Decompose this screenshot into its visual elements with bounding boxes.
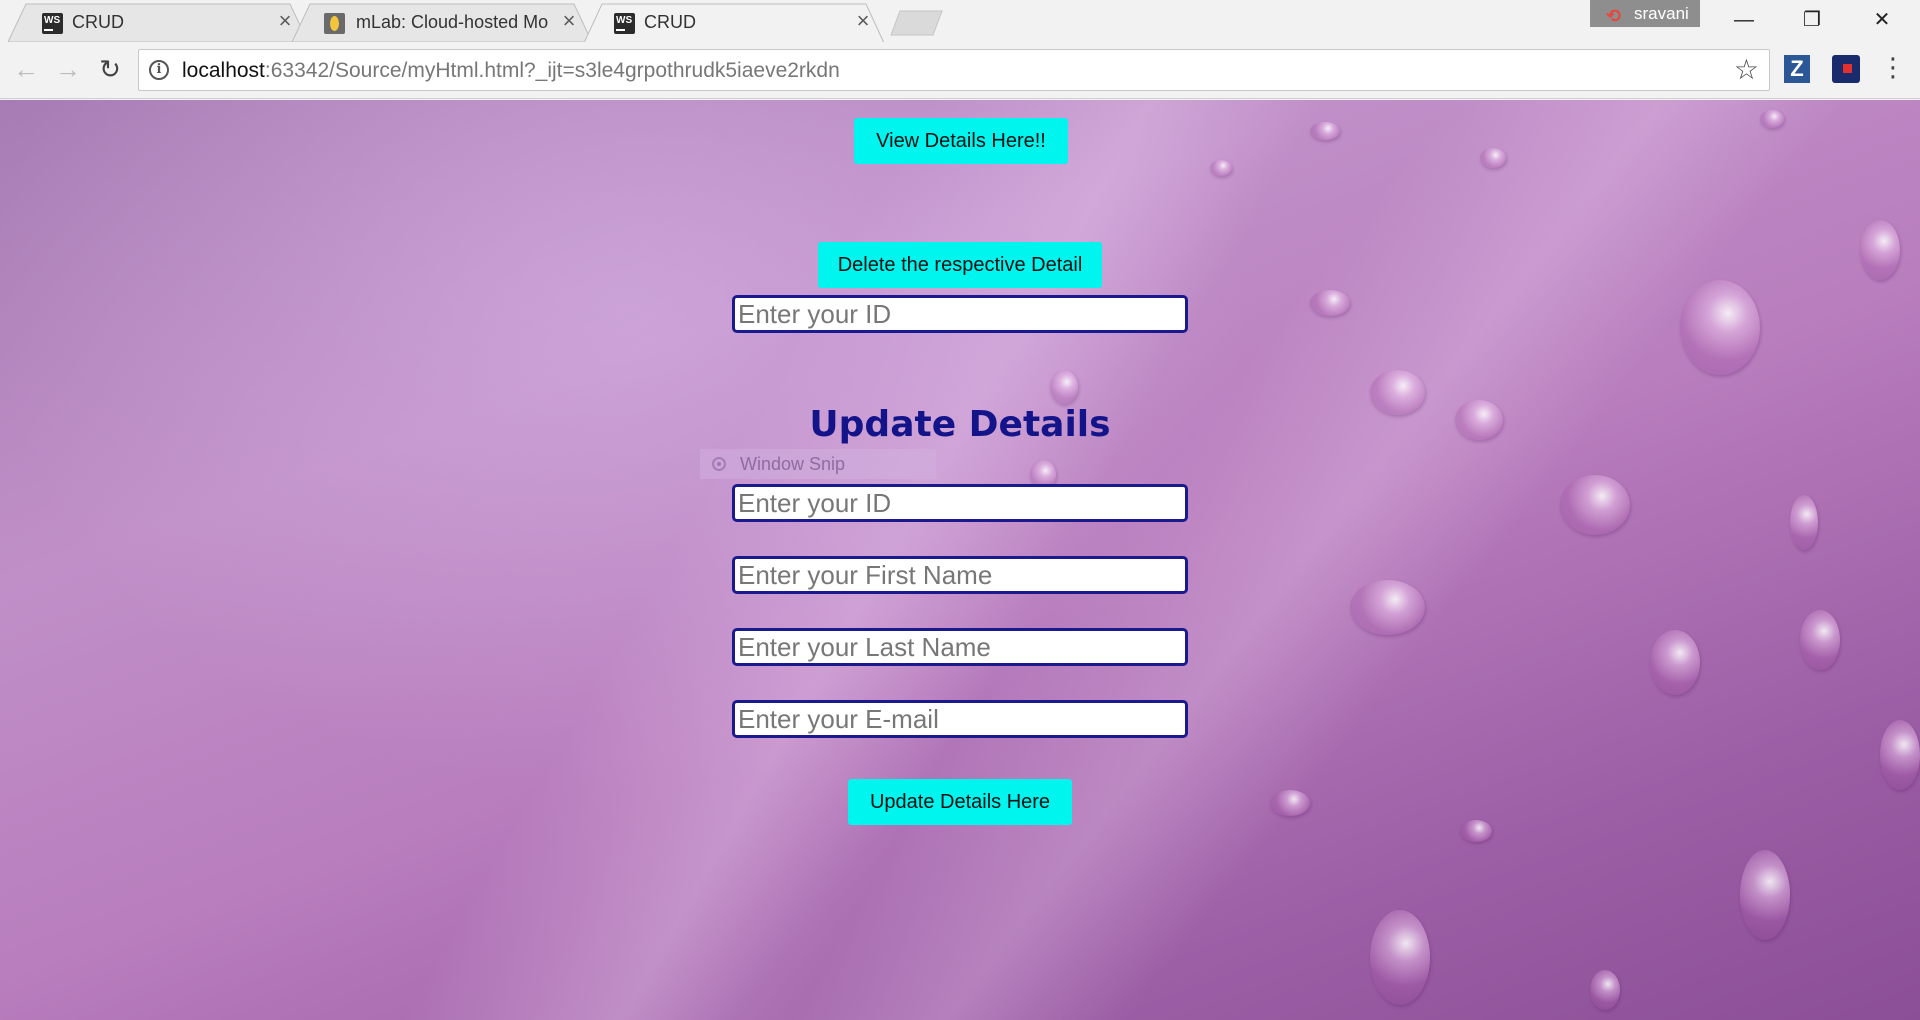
profile-name: sravani: [1634, 4, 1689, 23]
update-id-input[interactable]: [732, 484, 1188, 522]
profile-icon: ⟲: [1606, 6, 1622, 26]
tab-crud-1[interactable]: WS CRUD ×: [8, 3, 308, 43]
reload-icon[interactable]: ↻: [92, 52, 128, 88]
address-bar[interactable]: i localhost:63342/Source/myHtml.html?_ij…: [138, 49, 1770, 91]
update-details-heading: Update Details: [809, 404, 1111, 445]
new-tab-button[interactable]: [890, 10, 944, 36]
last-name-input[interactable]: [732, 628, 1188, 666]
webstorm-icon: WS: [614, 13, 635, 34]
menu-dots-icon[interactable]: ⋮: [1880, 52, 1906, 88]
close-window-icon[interactable]: ✕: [1848, 0, 1916, 42]
tab-mlab[interactable]: mLab: Cloud-hosted MongoDB ×: [292, 3, 592, 43]
mlab-icon: [324, 13, 345, 34]
url-rest: :63342/Source/myHtml.html?_ijt=s3le4grpo…: [264, 59, 840, 82]
bookmark-star-icon[interactable]: ☆: [1734, 54, 1759, 86]
update-details-button[interactable]: Update Details Here: [848, 779, 1072, 825]
forward-arrow-icon[interactable]: →: [50, 52, 86, 88]
email-input[interactable]: [732, 700, 1188, 738]
tab-title: mLab: Cloud-hosted MongoDB: [356, 12, 548, 32]
minimize-icon[interactable]: —: [1710, 0, 1778, 42]
radio-icon: [712, 457, 726, 471]
first-name-input[interactable]: [732, 556, 1188, 594]
close-tab-icon[interactable]: ×: [558, 10, 580, 32]
webstorm-icon: WS: [42, 13, 63, 34]
url-text[interactable]: localhost:63342/Source/myHtml.html?_ijt=…: [182, 59, 840, 83]
delete-detail-button[interactable]: Delete the respective Detail: [818, 242, 1102, 288]
title-bar: WS CRUD × mLab: Cloud-hosted MongoDB × W…: [0, 0, 1920, 43]
browser-toolbar: ← → ↻ i localhost:63342/Source/myHtml.ht…: [0, 42, 1920, 99]
tab-title: CRUD: [72, 12, 124, 32]
url-host: localhost: [182, 59, 265, 82]
tab-crud-active[interactable]: WS CRUD ×: [584, 3, 884, 43]
extension-icon[interactable]: [1832, 55, 1860, 83]
back-arrow-icon[interactable]: ←: [8, 52, 44, 88]
profile-badge[interactable]: ⟲ sravani: [1590, 0, 1700, 27]
restore-icon[interactable]: ❐: [1778, 0, 1846, 42]
zotero-extension-icon[interactable]: Z: [1784, 55, 1810, 83]
view-details-button[interactable]: View Details Here!!: [854, 118, 1068, 164]
delete-id-input[interactable]: [732, 295, 1188, 333]
info-icon[interactable]: i: [149, 60, 169, 80]
window-snip-overlay: Window Snip: [700, 449, 936, 479]
page-viewport: View Details Here!! Delete the respectiv…: [0, 100, 1920, 1020]
tab-title: CRUD: [644, 12, 696, 32]
crud-page: View Details Here!! Delete the respectiv…: [0, 100, 1920, 1020]
close-tab-icon[interactable]: ×: [852, 10, 874, 32]
window-snip-label: Window Snip: [740, 454, 846, 474]
